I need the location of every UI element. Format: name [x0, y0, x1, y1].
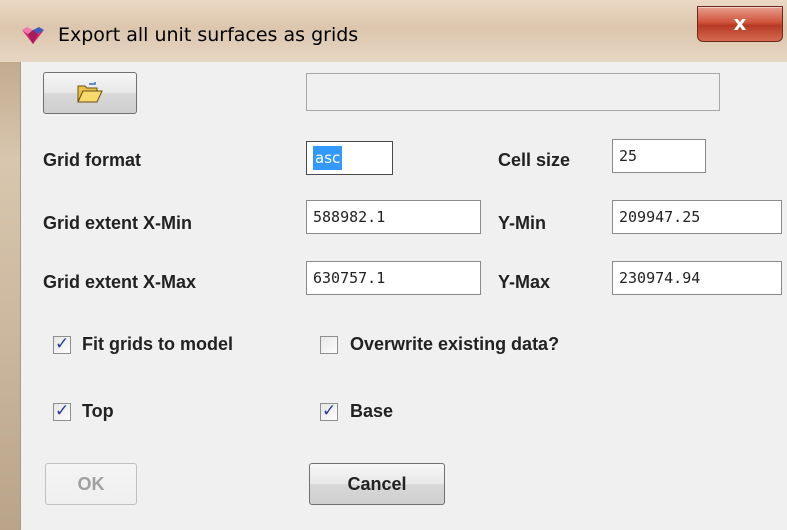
overwrite-checkbox[interactable] [320, 336, 338, 354]
fit-grids-label[interactable]: Fit grids to model [82, 334, 233, 355]
output-path-field[interactable] [306, 73, 720, 111]
xmax-value: 630757.1 [313, 269, 386, 287]
window-title: Export all unit surfaces as grids [58, 24, 359, 46]
cell-size-value: 25 [619, 147, 638, 165]
cancel-button-label: Cancel [347, 474, 407, 494]
close-icon: x [733, 11, 747, 35]
ok-button-label: OK [77, 474, 105, 494]
grid-format-label: Grid format [43, 150, 142, 170]
check-icon: ✓ [55, 401, 70, 421]
folder-open-icon [77, 82, 103, 103]
dialog-body [20, 62, 787, 530]
top-checkbox[interactable]: ✓ [53, 401, 71, 421]
ymin-field[interactable]: 209947.25 [612, 200, 782, 234]
dialog-window: Export all unit surfaces as grids x Grid… [0, 0, 787, 530]
ymin-value: 209947.25 [619, 208, 701, 226]
base-label[interactable]: Base [350, 401, 393, 422]
title-bar[interactable]: Export all unit surfaces as grids x [0, 0, 787, 62]
check-icon: ✓ [322, 401, 337, 421]
xmin-label: Grid extent X-Min [43, 213, 193, 233]
app-logo-icon [22, 27, 44, 44]
cancel-button[interactable]: Cancel [309, 463, 445, 505]
grid-format-value: asc [313, 146, 343, 170]
overwrite-label[interactable]: Overwrite existing data? [350, 334, 559, 355]
top-label[interactable]: Top [82, 401, 114, 422]
base-checkbox[interactable]: ✓ [320, 401, 338, 421]
xmax-label: Grid extent X-Max [43, 272, 197, 292]
fit-grids-checkbox[interactable]: ✓ [53, 334, 71, 354]
ymax-value: 230974.94 [619, 269, 701, 287]
xmin-value: 588982.1 [313, 208, 386, 226]
close-button[interactable]: x [697, 6, 783, 42]
cell-size-field[interactable]: 25 [612, 139, 706, 173]
ymax-field[interactable]: 230974.94 [612, 261, 782, 295]
ok-button[interactable]: OK [45, 463, 137, 505]
check-icon: ✓ [55, 334, 70, 354]
open-folder-button[interactable] [43, 72, 137, 114]
xmin-field[interactable]: 588982.1 [306, 200, 481, 234]
ymin-label: Y-Min [498, 213, 546, 233]
xmax-field[interactable]: 630757.1 [306, 261, 481, 295]
cell-size-label: Cell size [498, 150, 571, 170]
ymax-label: Y-Max [498, 272, 551, 292]
grid-format-field[interactable]: asc [306, 141, 393, 175]
